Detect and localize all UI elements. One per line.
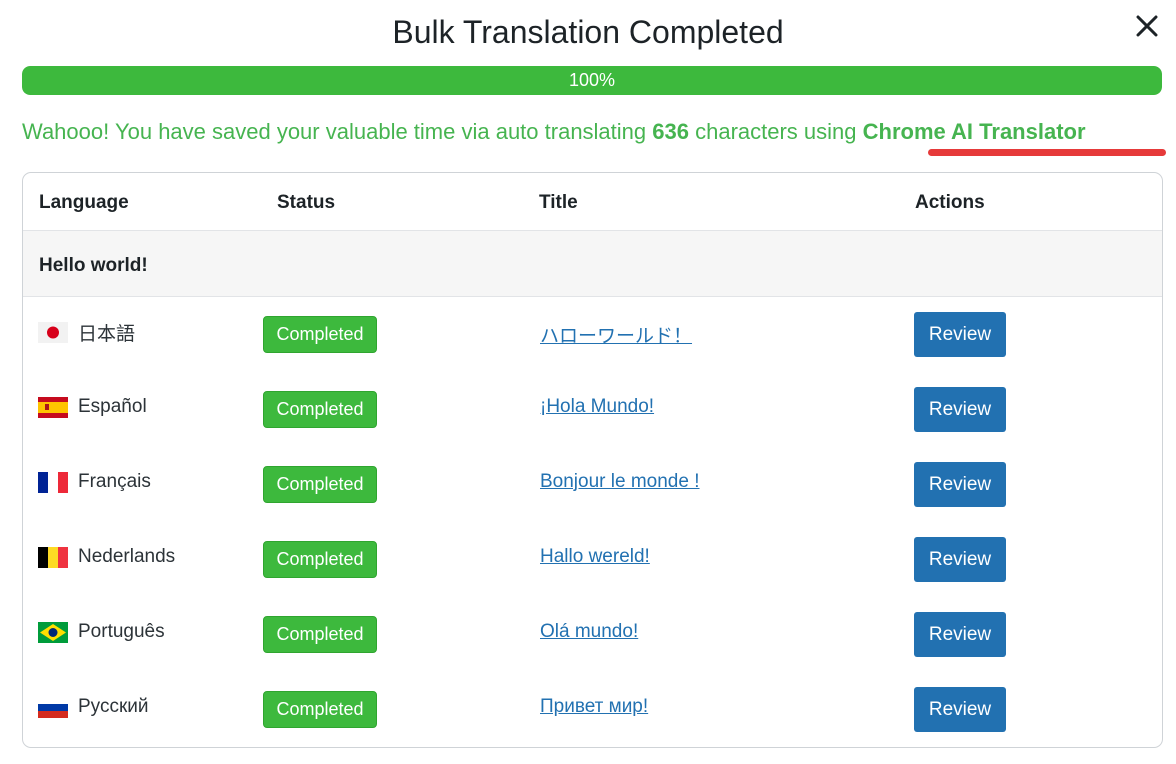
saved-time-message: Wahooo! You have saved your valuable tim… [22,116,1167,148]
table-row: Español Completed ¡Hola Mundo! Review [23,372,1162,447]
column-header-language: Language [39,192,129,213]
translator-name: Chrome AI Translator [862,119,1086,144]
translated-title-link[interactable]: Привет мир! [540,696,648,718]
table-header-row: Language Status Title Actions [23,173,1162,231]
table-row: 日本語 Completed ハローワールド！ Review [23,297,1162,372]
modal-title: Bulk Translation Completed [392,14,784,50]
review-button[interactable]: Review [914,687,1006,732]
review-button[interactable]: Review [914,612,1006,657]
translated-title-link[interactable]: Olá mundo! [540,621,638,643]
table-row: Русский Completed Привет мир! Review [23,672,1162,747]
flag-russia-icon [38,696,68,718]
flag-brazil-icon [38,621,68,643]
language-cell: Français [38,471,151,493]
status-badge: Completed [263,541,377,578]
character-count: 636 [652,119,689,144]
flag-france-icon [38,471,68,493]
language-name: Français [78,471,151,492]
language-name: Español [78,396,147,417]
review-button[interactable]: Review [914,537,1006,582]
progress-label: 100% [568,70,616,90]
translated-title-link[interactable]: Hallo wereld! [540,546,650,568]
review-button[interactable]: Review [914,312,1006,357]
language-cell: Português [38,621,165,643]
column-header-status: Status [277,192,336,213]
column-header-actions: Actions [915,192,985,213]
language-name: Русский [78,696,149,717]
translator-underline [928,149,1166,156]
flag-spain-icon [38,396,68,418]
status-badge: Completed [263,316,377,353]
language-name: Português [78,621,165,642]
progress-bar: 100% [22,66,1162,95]
status-badge: Completed [263,391,377,428]
close-icon[interactable] [1132,11,1162,41]
review-button[interactable]: Review [914,462,1006,507]
table-row: Nederlands Completed Hallo wereld! Revie… [23,522,1162,597]
saved-prefix: Wahooo! You have saved your valuable tim… [22,119,653,144]
bulk-translation-modal: Bulk Translation Completed 100% Wahooo! … [0,0,1176,764]
translations-table: Language Status Title Actions Hello worl… [22,172,1163,748]
language-cell: Nederlands [38,546,175,568]
language-name: Nederlands [78,546,176,567]
table-row: Français Completed Bonjour le monde ! Re… [23,447,1162,522]
post-title: Hello world! [39,255,148,276]
saved-middle: characters using [688,119,863,144]
language-name: 日本語 [78,324,136,345]
flag-belgium-icon [38,546,68,568]
status-badge: Completed [263,691,377,728]
status-badge: Completed [263,616,377,653]
language-cell: 日本語 [38,319,135,346]
language-cell: Русский [38,696,149,718]
column-header-title: Title [539,192,578,213]
translated-title-link[interactable]: ¡Hola Mundo! [540,396,654,418]
translated-title-link[interactable]: ハローワールド！ [540,321,692,348]
review-button[interactable]: Review [914,387,1006,432]
flag-japan-icon [38,322,68,343]
post-group-row: Hello world! [23,231,1162,297]
table-row: Português Completed Olá mundo! Review [23,597,1162,672]
progress-fill: 100% [22,66,1162,95]
translated-title-link[interactable]: Bonjour le monde ! [540,471,700,493]
language-cell: Español [38,396,147,418]
status-badge: Completed [263,466,377,503]
